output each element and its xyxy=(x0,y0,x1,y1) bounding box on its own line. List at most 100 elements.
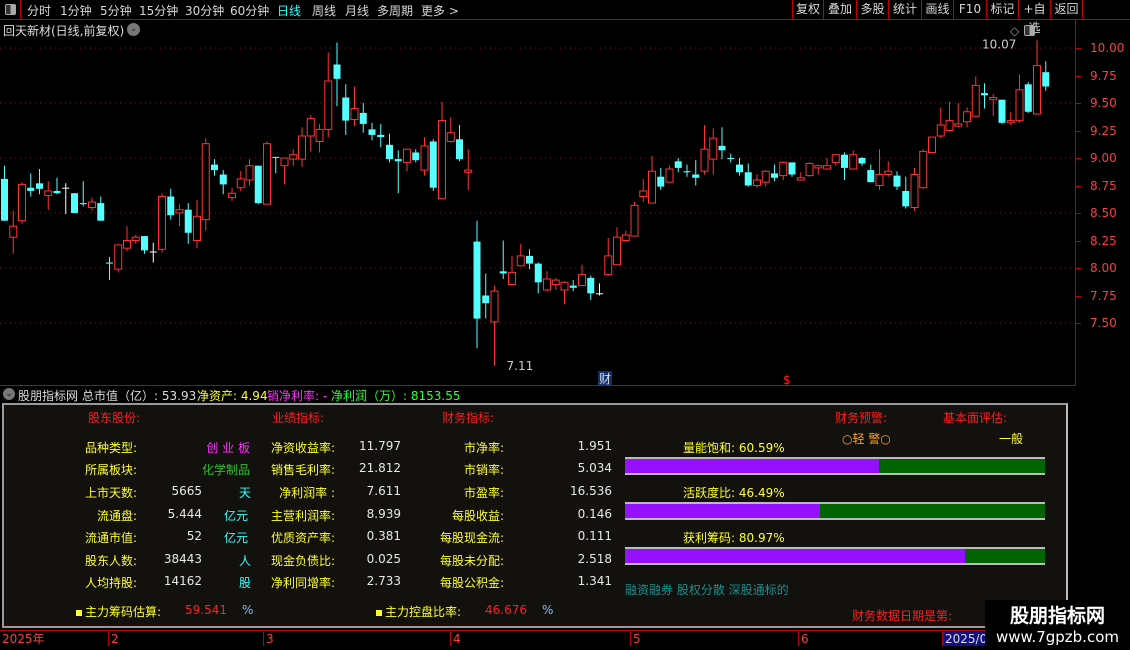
candle xyxy=(97,196,105,221)
candle xyxy=(945,101,954,132)
candle xyxy=(823,158,831,171)
candle-body xyxy=(805,163,814,177)
holder-value: 5665 xyxy=(171,484,202,498)
candle-body xyxy=(796,177,805,181)
f10-button[interactable]: F10 xyxy=(953,0,986,20)
performance-value: 2.733 xyxy=(366,574,401,588)
gauge-label: 活跃度比: 46.49% xyxy=(683,484,785,501)
performance-label: 优质资产率: xyxy=(270,531,335,545)
candle xyxy=(657,167,665,190)
candle-body xyxy=(613,236,621,266)
candle-body xyxy=(1042,72,1050,87)
performance-value: 11.797 xyxy=(359,439,401,453)
fuquan-button[interactable]: 复权 xyxy=(792,0,823,20)
candlestick-chart[interactable]: 10.07 7.11 财 $ xyxy=(0,38,1075,385)
period-tab-1min[interactable]: 1分钟 xyxy=(60,2,92,19)
candle xyxy=(700,125,709,175)
candle xyxy=(727,153,735,163)
candle xyxy=(280,157,289,185)
candle xyxy=(1,165,8,221)
mark-button[interactable]: 标记 xyxy=(986,0,1018,20)
candle xyxy=(158,193,166,253)
candle xyxy=(841,152,848,180)
chevron-down-icon[interactable]: ⌄ xyxy=(127,23,140,36)
heading-performance: 业绩指标: xyxy=(272,411,325,425)
finance-label: 每股收益: xyxy=(451,509,504,523)
candle-body xyxy=(141,236,148,251)
candle-body xyxy=(945,120,954,131)
candle-body xyxy=(657,176,665,187)
candle-body xyxy=(263,143,271,205)
panel-icon[interactable] xyxy=(1024,25,1035,36)
price-tick xyxy=(1076,240,1081,242)
multi-stock-button[interactable]: 多股 xyxy=(856,0,888,20)
diamond-icon[interactable]: ◇ xyxy=(1010,24,1019,38)
performance-label: 净利同增率: xyxy=(270,576,335,590)
candle-body xyxy=(106,262,113,264)
period-tab-15min[interactable]: 15分钟 xyxy=(139,2,178,19)
price-tick xyxy=(1076,130,1081,132)
performance-label: 现金负债比: xyxy=(270,554,335,568)
period-tab-daily[interactable]: 日线 xyxy=(277,2,301,19)
finance-label: 市销率: xyxy=(463,463,504,477)
candle-body xyxy=(858,158,866,164)
period-tab-weekly[interactable]: 周线 xyxy=(312,2,336,19)
finance-label: 市净率: xyxy=(463,441,504,455)
candle-body xyxy=(333,64,341,79)
candle xyxy=(596,283,603,296)
candle xyxy=(333,42,341,107)
candle xyxy=(175,204,184,227)
candle xyxy=(490,285,499,366)
candle xyxy=(377,123,385,147)
candle xyxy=(71,193,78,213)
gauge-label: 获利筹码: 80.97% xyxy=(683,529,785,546)
candle-body xyxy=(1024,84,1032,112)
candle-body xyxy=(902,191,910,207)
finance-value: 0.111 xyxy=(577,529,612,543)
candle xyxy=(131,235,140,244)
candle-body xyxy=(963,111,971,123)
candle xyxy=(289,149,298,166)
gauge-value: 60.59% xyxy=(738,441,785,455)
candle xyxy=(736,158,743,176)
candle xyxy=(298,127,306,167)
price-tick-label: 7.75 xyxy=(1090,288,1117,303)
layout-toggle-button[interactable] xyxy=(0,0,21,20)
candle-body xyxy=(587,277,595,294)
period-tab-5min[interactable]: 5分钟 xyxy=(100,2,132,19)
candle xyxy=(902,176,910,209)
candle xyxy=(630,202,639,237)
watermark-name: 股朋指标网 xyxy=(1009,605,1105,627)
price-tick-label: 9.75 xyxy=(1090,68,1117,83)
price-tick-label: 8.50 xyxy=(1090,206,1117,220)
add-watchlist-button[interactable]: +自选 xyxy=(1018,0,1050,35)
candle xyxy=(88,197,96,211)
candle-body xyxy=(884,170,893,175)
candle-body xyxy=(761,170,770,183)
candle-body xyxy=(709,137,718,160)
statistics-button[interactable]: 统计 xyxy=(888,0,921,20)
collapse-icon[interactable]: ⌄ xyxy=(3,388,15,400)
candle-body xyxy=(989,97,998,101)
candle xyxy=(954,103,963,128)
period-tab-monthly[interactable]: 月线 xyxy=(345,2,369,19)
price-tick xyxy=(1076,75,1081,77)
price-tick xyxy=(1076,295,1081,297)
back-button[interactable]: 返回 xyxy=(1050,0,1083,20)
period-tab-30min[interactable]: 30分钟 xyxy=(185,2,224,19)
period-tab-multi[interactable]: 多周期 xyxy=(377,2,413,19)
candle xyxy=(18,182,26,224)
overlay-button[interactable]: 叠加 xyxy=(823,0,856,20)
candle xyxy=(342,84,350,135)
period-tab-60min[interactable]: 60分钟 xyxy=(230,2,269,19)
candle-body xyxy=(149,251,157,253)
holder-label: 品种类型: xyxy=(84,441,137,455)
candle-body xyxy=(954,123,963,127)
period-tab-fenshi[interactable]: 分时 xyxy=(27,2,51,19)
draw-line-button[interactable]: 画线 xyxy=(921,0,953,20)
candle xyxy=(648,155,656,204)
candle-body xyxy=(490,290,499,323)
period-tab-more[interactable]: 更多 > xyxy=(421,2,459,19)
candle xyxy=(849,150,858,170)
watermark-url: www.7gpzb.com xyxy=(996,628,1119,646)
